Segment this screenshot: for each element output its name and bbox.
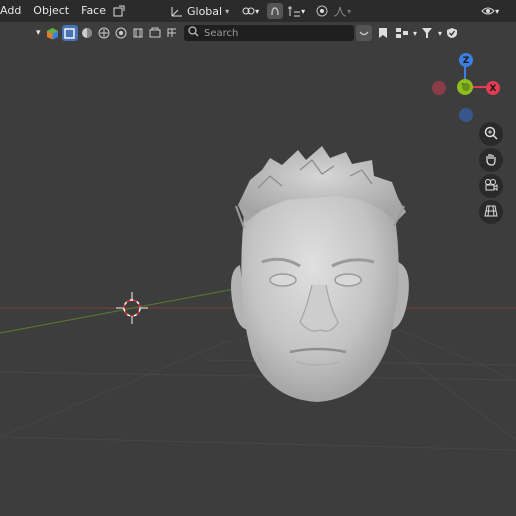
projection-toggle-button[interactable]	[479, 200, 503, 224]
y-axis-line	[0, 286, 246, 334]
hand-icon	[484, 151, 498, 170]
chevron-down-icon[interactable]: ▾	[301, 7, 305, 16]
gizmo-x-label: X	[490, 84, 497, 94]
shield-icon[interactable]	[444, 25, 460, 41]
search-icon	[188, 26, 199, 40]
chevron-down-icon[interactable]: ▾	[495, 7, 499, 16]
display-mode-icon[interactable]	[394, 25, 410, 41]
pan-button[interactable]	[479, 148, 503, 172]
chevron-down-icon[interactable]: ▾	[255, 7, 259, 16]
camera-icon	[484, 177, 498, 196]
search-placeholder: Search	[204, 27, 239, 39]
chevron-down-icon[interactable]: ▾	[438, 29, 442, 38]
snap-icon[interactable]	[267, 3, 284, 19]
falloff-icon[interactable]	[333, 4, 347, 18]
gizmo-neg-z-axis	[459, 108, 473, 122]
visibility-icon[interactable]	[481, 4, 495, 18]
menu-face[interactable]: Face	[75, 0, 112, 22]
grid-icon	[484, 203, 498, 222]
menu-add[interactable]: Add	[0, 0, 27, 22]
zoom-icon	[484, 125, 498, 144]
chevron-down-icon[interactable]: ▾	[347, 7, 351, 16]
snap-target-icon[interactable]	[287, 4, 301, 18]
axes-icon	[170, 4, 184, 18]
wireframe-toggle-icon[interactable]	[61, 25, 78, 41]
orientation-label: Global	[187, 4, 223, 18]
material-shading-icon[interactable]	[96, 25, 112, 41]
solid-shading-icon[interactable]	[79, 25, 95, 41]
rendered-shading-icon[interactable]	[113, 25, 129, 41]
color-cube-icon[interactable]	[45, 25, 61, 41]
chevron-down-icon: ▾	[225, 6, 230, 16]
head-mesh[interactable]	[231, 146, 409, 402]
scene-canvas[interactable]: Z X Y	[0, 0, 516, 516]
gizmo-z-label: Z	[463, 56, 470, 66]
filter-icon[interactable]	[419, 25, 435, 41]
chevron-down-icon[interactable]: ▾	[413, 29, 417, 38]
overlay-icon[interactable]	[130, 25, 146, 41]
header-bar: Add Object Face Global ▾ ▾ ▾ ▾ ▾	[0, 0, 516, 22]
search-field[interactable]: Search	[184, 25, 354, 41]
select-mode-icon[interactable]	[112, 4, 126, 18]
zoom-button[interactable]	[479, 122, 503, 146]
bookmark-icon[interactable]	[375, 25, 391, 41]
filter-controls: ▾ ▾	[356, 24, 461, 42]
render-icon[interactable]	[147, 25, 163, 41]
mesh-data-icon[interactable]	[164, 25, 180, 41]
transform-orientation-dropdown[interactable]: Global ▾	[166, 2, 233, 20]
navigation-gizmo[interactable]: Z X Y	[432, 53, 500, 122]
camera-view-button[interactable]	[479, 174, 503, 198]
3d-viewport[interactable]: Z X Y Add Object Face Global ▾ ▾	[0, 0, 516, 516]
link-icon[interactable]	[356, 25, 372, 41]
gizmo-neg-x-axis	[432, 81, 446, 95]
menu-object[interactable]: Object	[27, 0, 75, 22]
pivot-icon[interactable]	[241, 4, 255, 18]
chevron-down-icon[interactable]: ▾	[36, 28, 41, 38]
proportional-editing-icon[interactable]	[315, 4, 329, 18]
